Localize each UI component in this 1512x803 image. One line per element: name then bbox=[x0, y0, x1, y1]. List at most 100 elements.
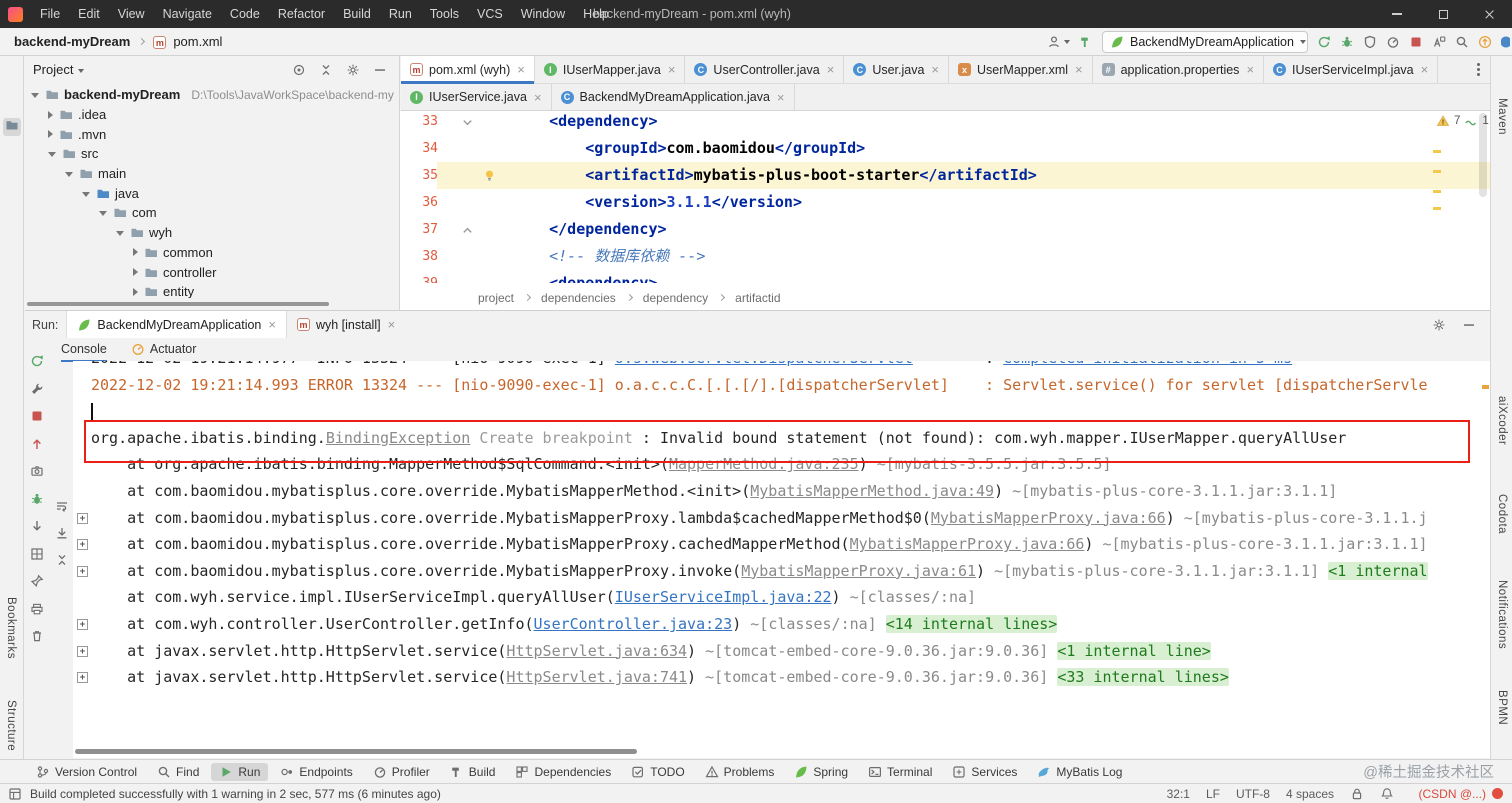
tree-item-src[interactable]: src bbox=[25, 144, 399, 164]
tool-window-button-version-control[interactable]: Version Control bbox=[28, 763, 145, 781]
layout-icon[interactable] bbox=[8, 787, 22, 801]
chevron-down-icon[interactable] bbox=[99, 211, 107, 216]
tab-console[interactable]: Console bbox=[61, 338, 107, 362]
code-with-me-icon[interactable] bbox=[1047, 35, 1061, 49]
breadcrumb-project[interactable]: project bbox=[478, 291, 514, 305]
editor-line-35[interactable]: 35 <artifactId>mybatis-plus-boot-starter… bbox=[400, 162, 1490, 189]
tab-User.java[interactable]: CUser.java× bbox=[844, 56, 949, 83]
tab-BackendMyDreamApplication.java[interactable]: CBackendMyDreamApplication.java× bbox=[552, 84, 795, 110]
close-tab-icon[interactable]: × bbox=[777, 90, 785, 105]
attach-debugger-icon[interactable] bbox=[29, 491, 45, 507]
soft-wrap-icon[interactable] bbox=[54, 498, 70, 514]
run-config-selector[interactable]: BackendMyDreamApplication bbox=[1102, 31, 1308, 53]
chevron-right-icon[interactable] bbox=[48, 130, 53, 138]
breadcrumb-project[interactable]: backend-myDream bbox=[14, 34, 130, 49]
edit-config-icon[interactable] bbox=[29, 381, 45, 397]
tree-item-com[interactable]: com bbox=[25, 203, 399, 223]
console-link[interactable]: UserController.java:23 bbox=[534, 615, 733, 633]
tool-window-button-todo[interactable]: TODO bbox=[623, 763, 692, 781]
tree-item-wyh[interactable]: wyh bbox=[25, 223, 399, 243]
close-tab-icon[interactable]: × bbox=[517, 62, 525, 77]
tool-strip-bpmn[interactable]: BPMN bbox=[1496, 690, 1508, 725]
editor-line-36[interactable]: 36 <version>3.1.1</version> bbox=[400, 189, 1490, 216]
chevron-down-icon[interactable] bbox=[1064, 40, 1070, 44]
editor-line-39[interactable]: 39 <dependency> bbox=[400, 270, 1490, 283]
menu-build[interactable]: Build bbox=[334, 0, 380, 28]
menu-vcs[interactable]: VCS bbox=[468, 0, 512, 28]
tool-strip-aixcoder[interactable]: aiXcoder bbox=[1496, 396, 1508, 445]
thread-dump-icon[interactable] bbox=[29, 463, 45, 479]
readonly-lock-icon[interactable] bbox=[1350, 787, 1364, 801]
run-tab-BackendMyDreamApplication[interactable]: BackendMyDreamApplication× bbox=[66, 311, 287, 338]
fold-expand-icon[interactable]: + bbox=[77, 513, 88, 524]
fold-expand-icon[interactable]: + bbox=[77, 672, 88, 683]
tool-window-button-spring[interactable]: Spring bbox=[786, 763, 856, 781]
tool-window-button-terminal[interactable]: Terminal bbox=[860, 763, 940, 781]
tool-window-button-dependencies[interactable]: Dependencies bbox=[507, 763, 619, 781]
line-separator[interactable]: LF bbox=[1206, 787, 1220, 801]
chevron-right-icon[interactable] bbox=[48, 111, 53, 119]
tool-window-button-services[interactable]: Services bbox=[944, 763, 1025, 781]
chevron-down-icon[interactable] bbox=[82, 192, 90, 197]
fold-marker-icon[interactable] bbox=[460, 223, 474, 237]
console-output[interactable]: 2022-12-02 19:21:14.977 INFO 13324 --- [… bbox=[75, 361, 1490, 758]
console-link[interactable]: MybatisMapperProxy.java:66 bbox=[931, 509, 1166, 527]
update-project-icon[interactable] bbox=[1478, 35, 1492, 49]
chevron-down-icon[interactable] bbox=[78, 69, 84, 73]
console-link[interactable]: o.s.web.servlet.DispatcherServlet bbox=[615, 361, 913, 367]
tool-strip-codota[interactable]: Codota bbox=[1496, 494, 1508, 534]
tree-item-java[interactable]: java bbox=[25, 183, 399, 203]
menu-view[interactable]: View bbox=[109, 0, 154, 28]
tool-strip-structure[interactable]: Structure bbox=[5, 700, 17, 751]
horizontal-scrollbar[interactable] bbox=[27, 302, 329, 306]
pin-icon[interactable] bbox=[29, 573, 45, 589]
scroll-to-end-icon[interactable] bbox=[54, 525, 70, 541]
close-tab-icon[interactable]: × bbox=[1075, 62, 1083, 77]
breadcrumb-dependencies[interactable]: dependencies bbox=[541, 291, 616, 305]
editor-line-38[interactable]: 38 <!-- 数据库依赖 --> bbox=[400, 243, 1490, 270]
tool-window-button-mybatis-log[interactable]: MyBatis Log bbox=[1029, 763, 1130, 781]
fold-expand-icon[interactable]: + bbox=[77, 646, 88, 657]
tab-IUserMapper.java[interactable]: IIUserMapper.java× bbox=[535, 56, 686, 83]
horizontal-scrollbar[interactable] bbox=[75, 749, 637, 754]
project-tool-button[interactable] bbox=[3, 118, 21, 136]
run-tab-wyh_[install][interactable]: mwyh [install]× bbox=[287, 311, 405, 338]
maximize-button[interactable] bbox=[1420, 0, 1466, 28]
notifications-bell-icon[interactable] bbox=[1380, 787, 1394, 801]
menu-run[interactable]: Run bbox=[380, 0, 421, 28]
collapse-all-icon[interactable] bbox=[319, 63, 333, 77]
caret-position[interactable]: 32:1 bbox=[1167, 787, 1190, 801]
tab-UserMapper.xml[interactable]: xUserMapper.xml× bbox=[949, 56, 1093, 83]
stop-icon[interactable] bbox=[1409, 35, 1423, 49]
close-tab-icon[interactable]: × bbox=[931, 62, 939, 77]
debug-icon[interactable] bbox=[1340, 35, 1354, 49]
chevron-right-icon[interactable] bbox=[133, 288, 138, 296]
tree-item-main[interactable]: main bbox=[25, 164, 399, 184]
collapse-all-icon[interactable] bbox=[54, 552, 70, 568]
chevron-right-icon[interactable] bbox=[133, 248, 138, 256]
build-project-icon[interactable] bbox=[1079, 35, 1093, 49]
console-link[interactable]: MybatisMapperProxy.java:61 bbox=[741, 562, 976, 580]
gear-icon[interactable] bbox=[346, 63, 360, 77]
folded-lines-chip[interactable]: <1 internal bbox=[1328, 562, 1427, 580]
tab-actuator[interactable]: Actuator bbox=[131, 338, 197, 362]
rerun-application-icon[interactable] bbox=[1317, 35, 1331, 49]
chevron-right-icon[interactable] bbox=[133, 268, 138, 276]
close-tab-icon[interactable]: × bbox=[388, 317, 396, 332]
search-everywhere-icon[interactable] bbox=[1455, 35, 1469, 49]
run-with-coverage-icon[interactable] bbox=[1363, 35, 1377, 49]
console-link[interactable]: MybatisMapperProxy.java:66 bbox=[850, 535, 1085, 553]
close-tab-icon[interactable]: × bbox=[1246, 62, 1254, 77]
project-panel-title[interactable]: Project bbox=[33, 62, 73, 77]
tab-UserController.java[interactable]: CUserController.java× bbox=[685, 56, 844, 83]
fold-expand-icon[interactable]: + bbox=[77, 539, 88, 550]
tree-item-entity[interactable]: entity bbox=[25, 282, 399, 298]
tree-item-controller[interactable]: controller bbox=[25, 262, 399, 282]
print-icon[interactable] bbox=[29, 601, 45, 617]
translate-icon[interactable] bbox=[1432, 35, 1446, 49]
editor-line-34[interactable]: 34 <groupId>com.baomidou</groupId> bbox=[400, 135, 1490, 162]
tool-strip-bookmarks[interactable]: Bookmarks bbox=[5, 597, 17, 659]
tab-pom.xml_(wyh)[interactable]: mpom.xml (wyh)× bbox=[401, 56, 535, 83]
up-stack-icon[interactable] bbox=[29, 436, 45, 452]
tree-item-.mvn[interactable]: .mvn bbox=[25, 124, 399, 144]
